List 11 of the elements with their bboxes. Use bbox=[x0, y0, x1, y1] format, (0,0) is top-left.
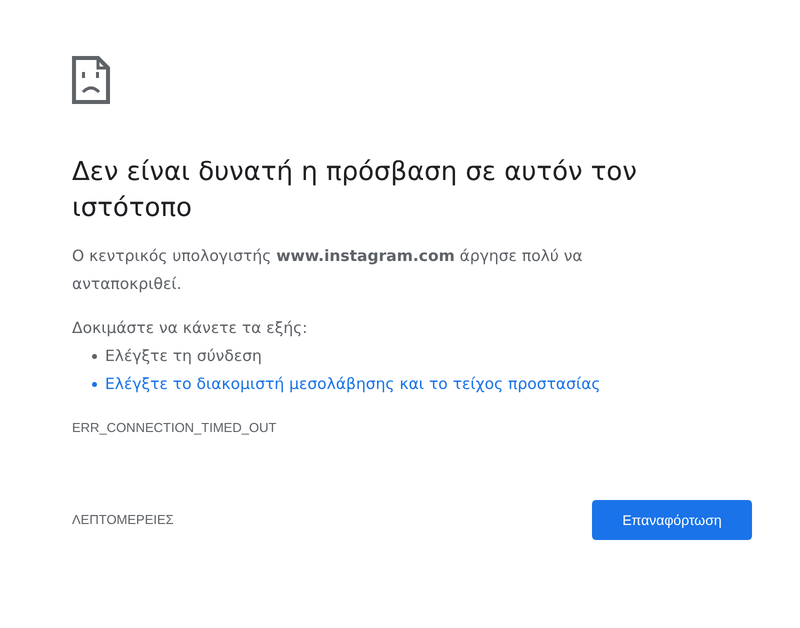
bullet-icon bbox=[92, 382, 97, 386]
suggestions-intro: Δοκιμάστε να κάνετε τα εξής: bbox=[72, 318, 308, 339]
details-button[interactable]: ΛΕΠΤΟΜΕΡΕΙΕΣ bbox=[72, 502, 174, 538]
error-heading: Δεν είναι δυνατή η πρόσβαση σε αυτόν τον ιστότοπο bbox=[72, 156, 638, 225]
bullet-icon bbox=[92, 354, 97, 358]
error-description: Ο κεντρικός υπολογιστής www.instagram.com άργησε πολύ να ανταποκριθεί. bbox=[72, 246, 584, 295]
suggestion-text: Ελέγξτε τη σύνδεση bbox=[105, 346, 262, 367]
reload-button[interactable]: Επαναφόρτωση bbox=[592, 500, 752, 540]
suggestion-link[interactable]: Ελέγξτε το διακομιστή μεσολάβησης και το τείχος προστασίας bbox=[105, 370, 601, 398]
sad-page-icon bbox=[72, 56, 110, 104]
error-code: ERR_CONNECTION_TIMED_OUT bbox=[72, 420, 276, 436]
